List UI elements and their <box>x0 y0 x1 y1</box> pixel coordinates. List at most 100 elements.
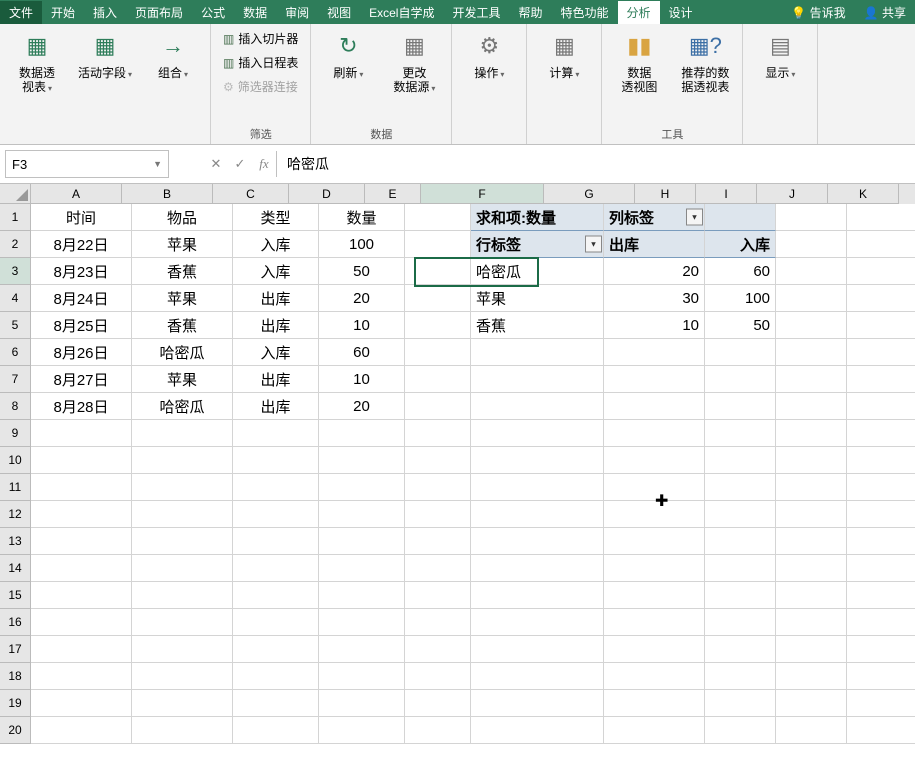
active-field-btn[interactable]: ▦活动字段▾ <box>74 28 136 84</box>
cell[interactable] <box>847 447 915 474</box>
cell[interactable] <box>405 420 471 447</box>
col-header-C[interactable]: C <box>213 184 289 204</box>
tab-view[interactable]: 视图 <box>318 1 360 24</box>
cell[interactable] <box>471 717 604 744</box>
cell[interactable] <box>319 717 405 744</box>
tab-developer[interactable]: 开发工具 <box>443 1 509 24</box>
cell[interactable] <box>604 420 705 447</box>
tab-design[interactable]: 设计 <box>660 1 702 24</box>
cell[interactable] <box>776 690 847 717</box>
cell[interactable] <box>705 447 776 474</box>
cell[interactable]: 类型 <box>233 204 319 231</box>
pivot-table-btn[interactable]: ▦数据透视表▾ <box>8 28 66 98</box>
cell[interactable] <box>847 204 915 231</box>
cell[interactable]: 出库 <box>233 312 319 339</box>
cell[interactable] <box>705 717 776 744</box>
col-header-E[interactable]: E <box>365 184 421 204</box>
cell[interactable] <box>604 582 705 609</box>
cell[interactable] <box>705 582 776 609</box>
cell[interactable]: 行标签▾ <box>471 231 604 258</box>
tab-analyze[interactable]: 分析 <box>618 1 660 24</box>
cell[interactable] <box>233 474 319 501</box>
cell[interactable] <box>471 393 604 420</box>
cell[interactable]: 哈密瓜 <box>132 339 233 366</box>
tab-formulas[interactable]: 公式 <box>192 1 234 24</box>
cell[interactable]: 哈密瓜 <box>471 258 604 285</box>
insert-slicer[interactable]: ▥插入切片器 <box>219 28 302 49</box>
cell[interactable] <box>776 447 847 474</box>
cell[interactable]: 30 <box>604 285 705 312</box>
cell[interactable] <box>705 609 776 636</box>
cell[interactable] <box>319 420 405 447</box>
cell[interactable] <box>776 663 847 690</box>
formula-input[interactable]: 哈密瓜 <box>276 151 915 177</box>
tab-help[interactable]: 帮助 <box>510 1 552 24</box>
row-label-filter[interactable]: ▾ <box>585 236 602 253</box>
cell[interactable] <box>233 609 319 636</box>
cell[interactable]: 100 <box>319 231 405 258</box>
cell[interactable] <box>132 501 233 528</box>
row-header-17[interactable]: 17 <box>0 636 31 663</box>
cell[interactable] <box>233 636 319 663</box>
cell[interactable] <box>132 636 233 663</box>
col-header-D[interactable]: D <box>289 184 365 204</box>
cell[interactable] <box>604 528 705 555</box>
cell[interactable] <box>776 555 847 582</box>
cell[interactable] <box>705 393 776 420</box>
cell[interactable] <box>233 663 319 690</box>
cell[interactable] <box>132 420 233 447</box>
cell[interactable]: 入库 <box>233 231 319 258</box>
row-header-11[interactable]: 11 <box>0 474 31 501</box>
cell[interactable]: 8月25日 <box>31 312 132 339</box>
cell[interactable] <box>776 258 847 285</box>
cell[interactable] <box>31 663 132 690</box>
cell[interactable] <box>705 528 776 555</box>
recommend-btn[interactable]: ▦?推荐的数据透视表 <box>676 28 734 96</box>
cell[interactable] <box>319 609 405 636</box>
row-header-10[interactable]: 10 <box>0 447 31 474</box>
cell[interactable]: 10 <box>319 312 405 339</box>
cell[interactable] <box>847 555 915 582</box>
cell[interactable] <box>604 663 705 690</box>
cell[interactable] <box>776 204 847 231</box>
cell[interactable] <box>319 501 405 528</box>
cell[interactable] <box>31 447 132 474</box>
cell[interactable]: 60 <box>319 339 405 366</box>
cell[interactable]: 出库 <box>233 393 319 420</box>
cell[interactable] <box>471 609 604 636</box>
cell[interactable]: 苹果 <box>132 366 233 393</box>
row-header-9[interactable]: 9 <box>0 420 31 447</box>
cell[interactable] <box>405 474 471 501</box>
cell[interactable] <box>31 528 132 555</box>
col-header-A[interactable]: A <box>31 184 122 204</box>
cell[interactable] <box>776 636 847 663</box>
cell[interactable] <box>405 393 471 420</box>
cell[interactable] <box>847 528 915 555</box>
cell[interactable] <box>405 285 471 312</box>
row-header-5[interactable]: 5 <box>0 312 31 339</box>
cell[interactable] <box>471 582 604 609</box>
cell[interactable] <box>847 285 915 312</box>
tab-special[interactable]: 特色功能 <box>552 1 618 24</box>
cell[interactable] <box>31 501 132 528</box>
cell[interactable] <box>776 609 847 636</box>
cell[interactable] <box>405 555 471 582</box>
cell[interactable]: 20 <box>604 258 705 285</box>
cell[interactable] <box>132 447 233 474</box>
cell[interactable] <box>847 636 915 663</box>
cell[interactable] <box>604 609 705 636</box>
cell[interactable] <box>776 393 847 420</box>
cell[interactable] <box>705 663 776 690</box>
cell[interactable] <box>604 690 705 717</box>
cell[interactable] <box>405 312 471 339</box>
cell[interactable] <box>776 528 847 555</box>
row-header-6[interactable]: 6 <box>0 339 31 366</box>
cell[interactable] <box>319 690 405 717</box>
share-button[interactable]: 👤 共享 <box>855 1 915 24</box>
cell[interactable]: 香蕉 <box>471 312 604 339</box>
cell[interactable] <box>604 393 705 420</box>
cell[interactable]: 物品 <box>132 204 233 231</box>
cell[interactable] <box>604 501 705 528</box>
cell[interactable] <box>705 555 776 582</box>
cell[interactable]: 求和项:数量 <box>471 204 604 231</box>
